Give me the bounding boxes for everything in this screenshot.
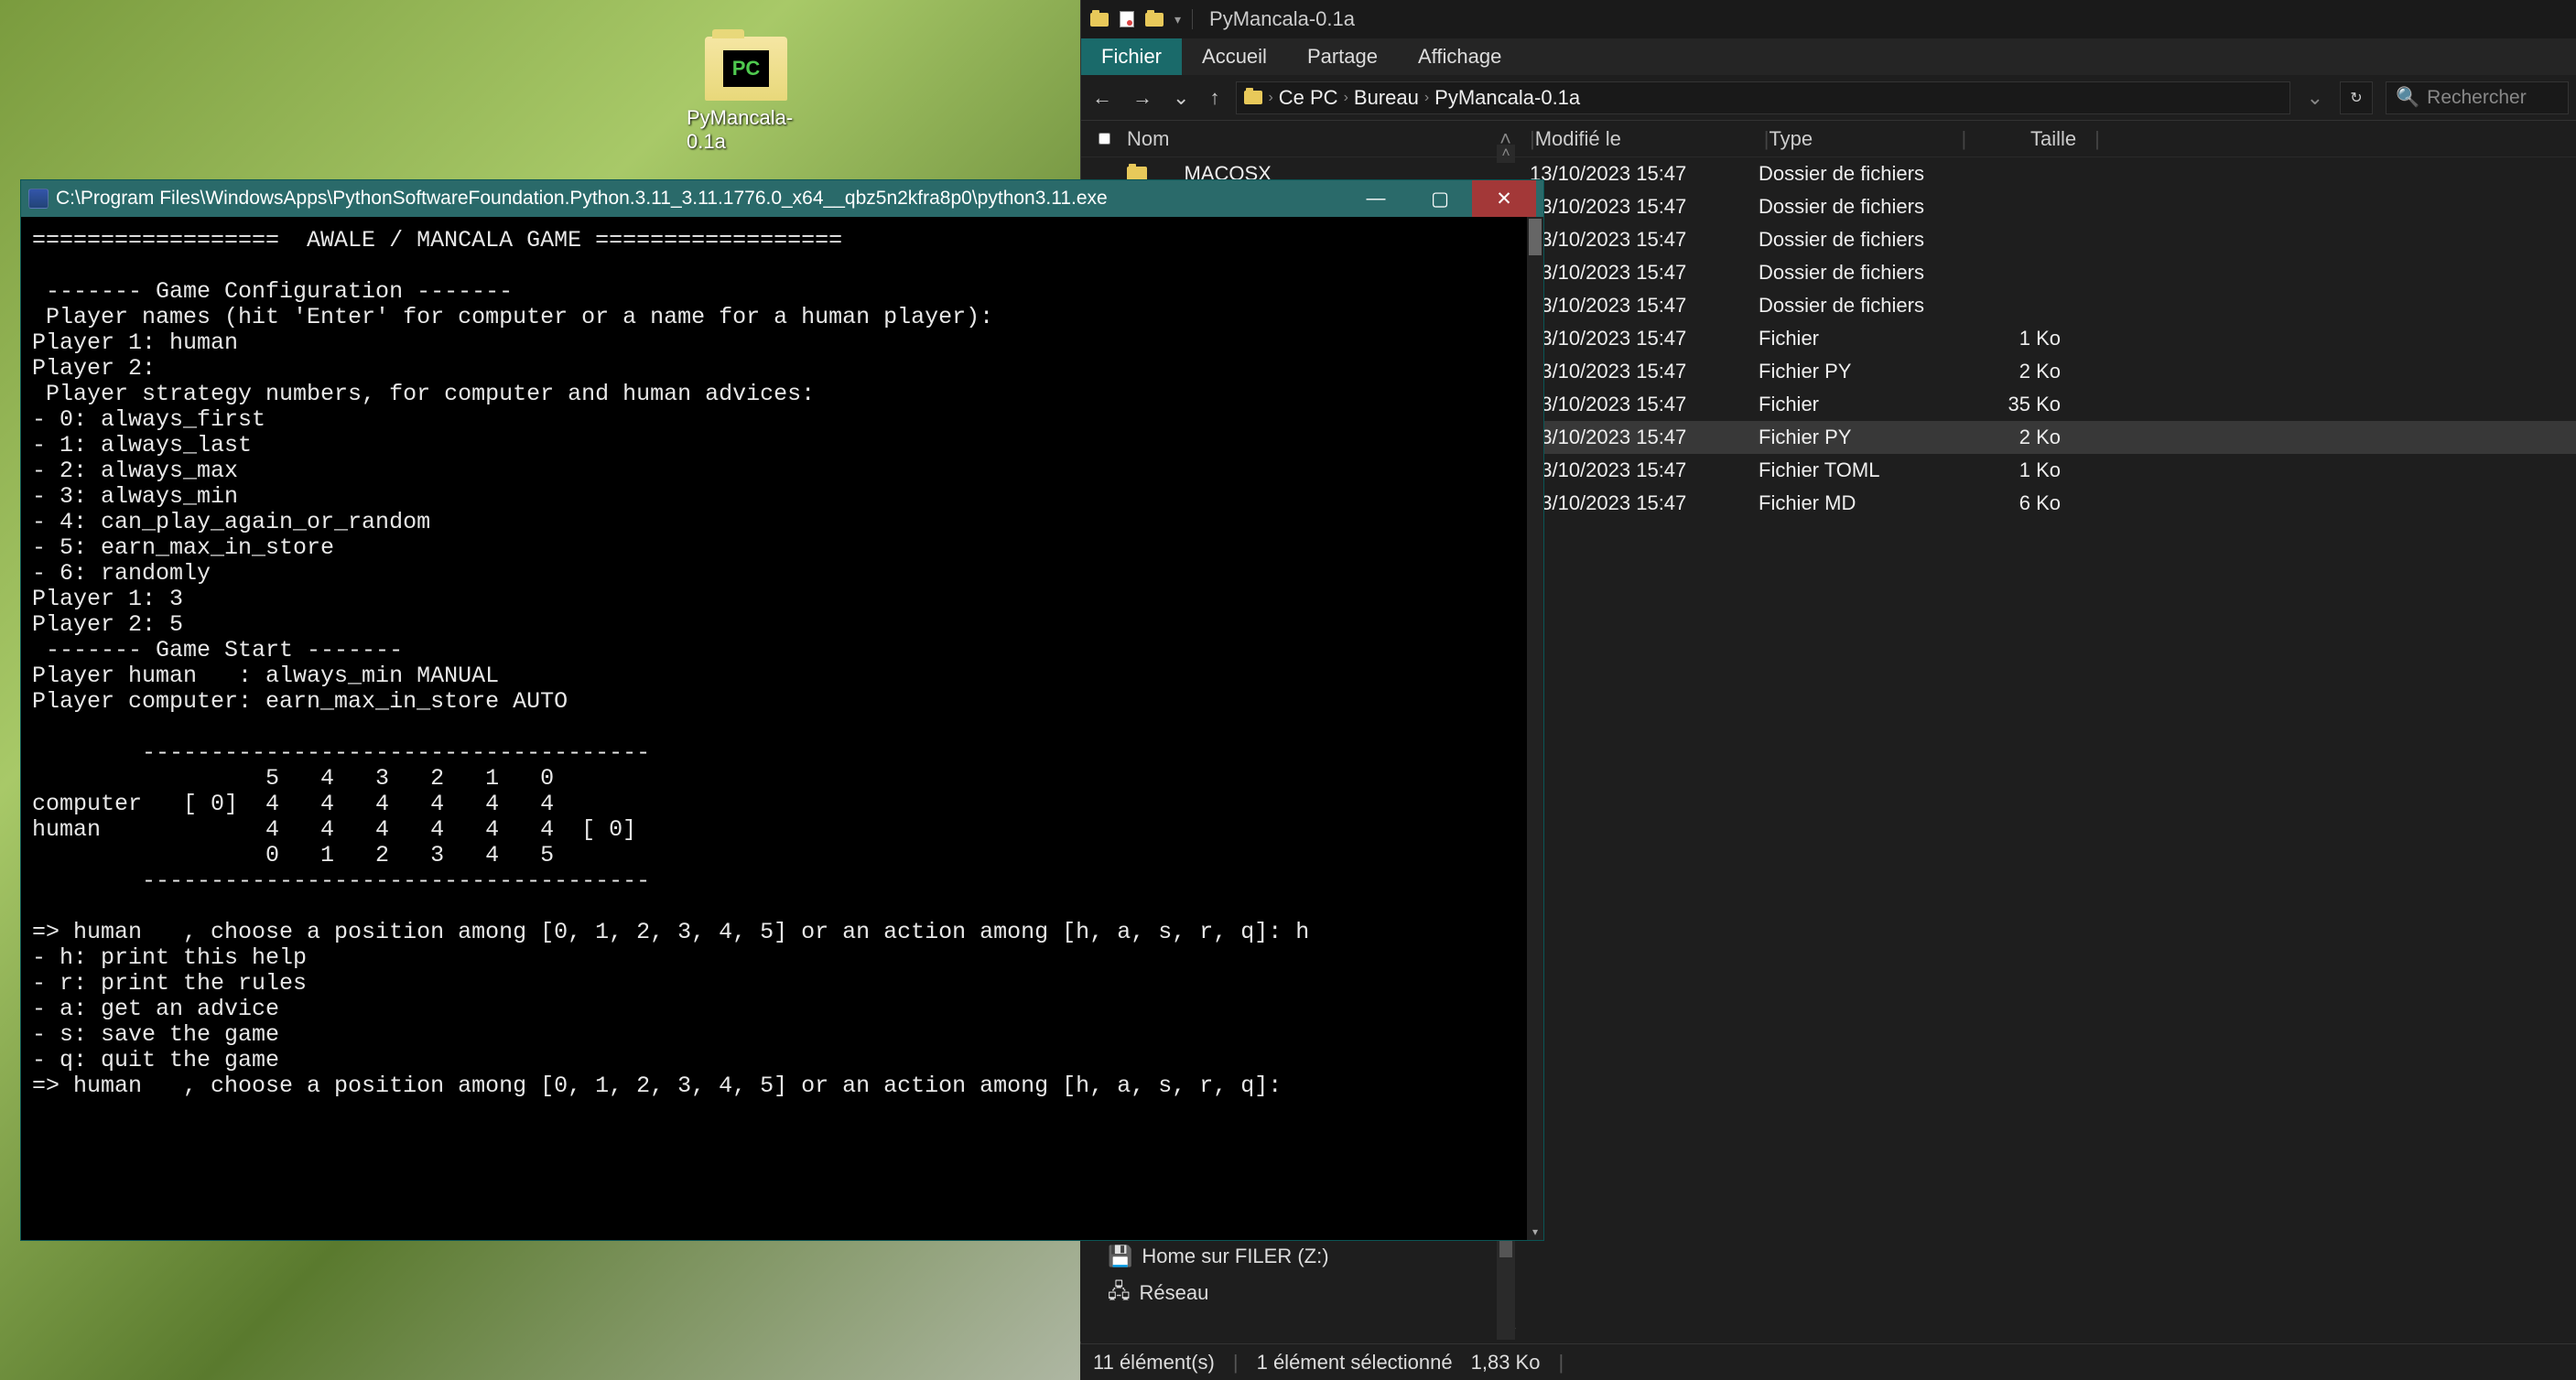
breadcrumb-segment[interactable]: PyMancala-0.1a <box>1434 86 1580 110</box>
folder-icon: PC <box>705 37 787 101</box>
status-selected-size: 1,83 Ko <box>1471 1351 1541 1375</box>
file-modified-label: 13/10/2023 15:47 <box>1530 228 1759 252</box>
column-header-modified[interactable]: Modifié le <box>1535 127 1764 151</box>
drive-icon: 💾 <box>1108 1245 1132 1268</box>
breadcrumb-folder-icon <box>1244 91 1262 104</box>
terminal-scrollbar[interactable]: ▴ ▾ <box>1527 217 1543 1240</box>
chevron-right-icon: › <box>1268 90 1272 106</box>
file-type-label: Dossier de fichiers <box>1759 162 1951 186</box>
file-type-label: Fichier MD <box>1759 491 1951 515</box>
file-type-label: Fichier PY <box>1759 360 1951 383</box>
file-size-label: 1 Ko <box>1951 458 2079 482</box>
terminal-title: C:\Program Files\WindowsApps\PythonSoftw… <box>56 188 1108 210</box>
close-button[interactable]: ✕ <box>1472 180 1536 217</box>
file-type-label: Dossier de fichiers <box>1759 228 1951 252</box>
python-icon <box>28 189 49 209</box>
file-modified-label: 13/10/2023 15:47 <box>1530 360 1759 383</box>
chevron-right-icon: › <box>1344 90 1348 106</box>
terminal-output[interactable]: ================== AWALE / MANCALA GAME … <box>21 217 1543 1240</box>
nav-forward-icon[interactable]: → <box>1129 82 1156 113</box>
explorer-statusbar: 11 élément(s) | 1 élément sélectionné 1,… <box>1080 1343 2576 1380</box>
nav-history-icon[interactable]: ⌄ <box>1169 82 1193 113</box>
ribbon-tab-fichier[interactable]: Fichier <box>1081 38 1182 75</box>
column-header-size[interactable]: Taille <box>1966 127 2094 151</box>
nav-tree-bottom: 💾 Home sur FILER (Z:) 🖧 Réseau ⌄ <box>1080 1237 1538 1342</box>
qat-folder-icon[interactable] <box>1090 13 1109 27</box>
breadcrumb-segment[interactable]: Ce PC <box>1279 86 1338 110</box>
column-header-name[interactable]: Nom ˄ <box>1118 127 1530 151</box>
tree-item[interactable]: 💾 Home sur FILER (Z:) <box>1099 1241 1520 1272</box>
tree-item-label: Home sur FILER (Z:) <box>1142 1245 1328 1268</box>
column-headers: Nom ˄ | Modifié le | Type | Taille | <box>1081 121 2576 157</box>
file-type-label: Fichier TOML <box>1759 458 1951 482</box>
window-title: PyMancala-0.1a <box>1209 7 1355 31</box>
file-size-label: 1 Ko <box>1951 327 2079 350</box>
file-size-label: 6 Ko <box>1951 491 2079 515</box>
column-header-type[interactable]: Type <box>1769 127 1961 151</box>
terminal-window: C:\Program Files\WindowsApps\PythonSoftw… <box>20 179 1544 1241</box>
select-all-checkbox[interactable] <box>1090 133 1118 145</box>
file-type-label: Dossier de fichiers <box>1759 195 1951 219</box>
refresh-button[interactable]: ↻ <box>2340 81 2373 114</box>
tree-item-label: Réseau <box>1140 1281 1209 1305</box>
file-modified-label: 13/10/2023 15:47 <box>1530 458 1759 482</box>
search-icon: 🔍 <box>2396 87 2419 109</box>
tree-scroll-up-icon[interactable]: ˄ <box>1497 145 1515 163</box>
minimize-button[interactable]: — <box>1344 180 1408 217</box>
file-modified-label: 13/10/2023 15:47 <box>1530 393 1759 416</box>
scroll-thumb[interactable] <box>1529 219 1542 255</box>
tree-expand-icon[interactable]: ⌄ <box>1099 1314 1520 1338</box>
file-type-label: Fichier PY <box>1759 426 1951 449</box>
file-modified-label: 13/10/2023 15:47 <box>1530 195 1759 219</box>
file-modified-label: 13/10/2023 15:47 <box>1530 327 1759 350</box>
explorer-navbar: ← → ⌄ ↑ › Ce PC›Bureau›PyMancala-0.1a ⌄ … <box>1081 75 2576 121</box>
maximize-button[interactable]: ▢ <box>1408 180 1472 217</box>
nav-up-icon[interactable]: ↑ <box>1206 82 1223 113</box>
separator <box>1192 9 1193 29</box>
file-size-label: 2 Ko <box>1951 360 2079 383</box>
breadcrumb-segment[interactable]: Bureau <box>1354 86 1419 110</box>
qat-dropdown-icon[interactable]: ▾ <box>1174 12 1181 27</box>
status-selected-count: 1 élément sélectionné <box>1257 1351 1453 1375</box>
breadcrumb-dropdown-icon[interactable]: ⌄ <box>2303 82 2327 113</box>
terminal-titlebar[interactable]: C:\Program Files\WindowsApps\PythonSoftw… <box>21 180 1543 217</box>
chevron-right-icon: › <box>1424 90 1429 106</box>
file-type-label: Dossier de fichiers <box>1759 294 1951 318</box>
file-modified-label: 13/10/2023 15:47 <box>1530 162 1759 186</box>
ribbon-tab-accueil[interactable]: Accueil <box>1182 38 1287 75</box>
desktop-folder-shortcut[interactable]: PC PyMancala-0.1a <box>687 37 806 154</box>
tree-scrollbar[interactable] <box>1497 1230 1515 1340</box>
tree-item[interactable]: 🖧 Réseau <box>1099 1272 1520 1314</box>
file-type-label: Fichier <box>1759 393 1951 416</box>
status-item-count: 11 élément(s) <box>1093 1351 1215 1375</box>
file-modified-label: 13/10/2023 15:47 <box>1530 426 1759 449</box>
ribbon-tabs: FichierAccueilPartageAffichage <box>1081 38 2576 75</box>
explorer-titlebar[interactable]: ▾ PyMancala-0.1a <box>1081 0 2576 38</box>
ribbon-tab-affichage[interactable]: Affichage <box>1398 38 1521 75</box>
file-type-label: Fichier <box>1759 327 1951 350</box>
search-placeholder: Rechercher <box>2427 87 2527 109</box>
file-size-label: 35 Ko <box>1951 393 2079 416</box>
ribbon-tab-partage[interactable]: Partage <box>1287 38 1398 75</box>
file-type-label: Dossier de fichiers <box>1759 261 1951 285</box>
file-modified-label: 13/10/2023 15:47 <box>1530 491 1759 515</box>
file-size-label: 2 Ko <box>1951 426 2079 449</box>
file-modified-label: 13/10/2023 15:47 <box>1530 294 1759 318</box>
search-input[interactable]: 🔍 Rechercher <box>2386 81 2569 114</box>
qat-open-icon[interactable] <box>1145 13 1164 27</box>
scroll-down-icon[interactable]: ▾ <box>1527 1224 1543 1240</box>
breadcrumb[interactable]: › Ce PC › Bureau › PyMancala-0.1a <box>1236 81 2289 114</box>
desktop-folder-label: PyMancala-0.1a <box>687 106 806 154</box>
file-modified-label: 13/10/2023 15:47 <box>1530 261 1759 285</box>
nav-back-icon[interactable]: ← <box>1088 82 1116 113</box>
network-icon: 🖧 <box>1108 1276 1131 1310</box>
qat-properties-icon[interactable] <box>1120 11 1134 27</box>
